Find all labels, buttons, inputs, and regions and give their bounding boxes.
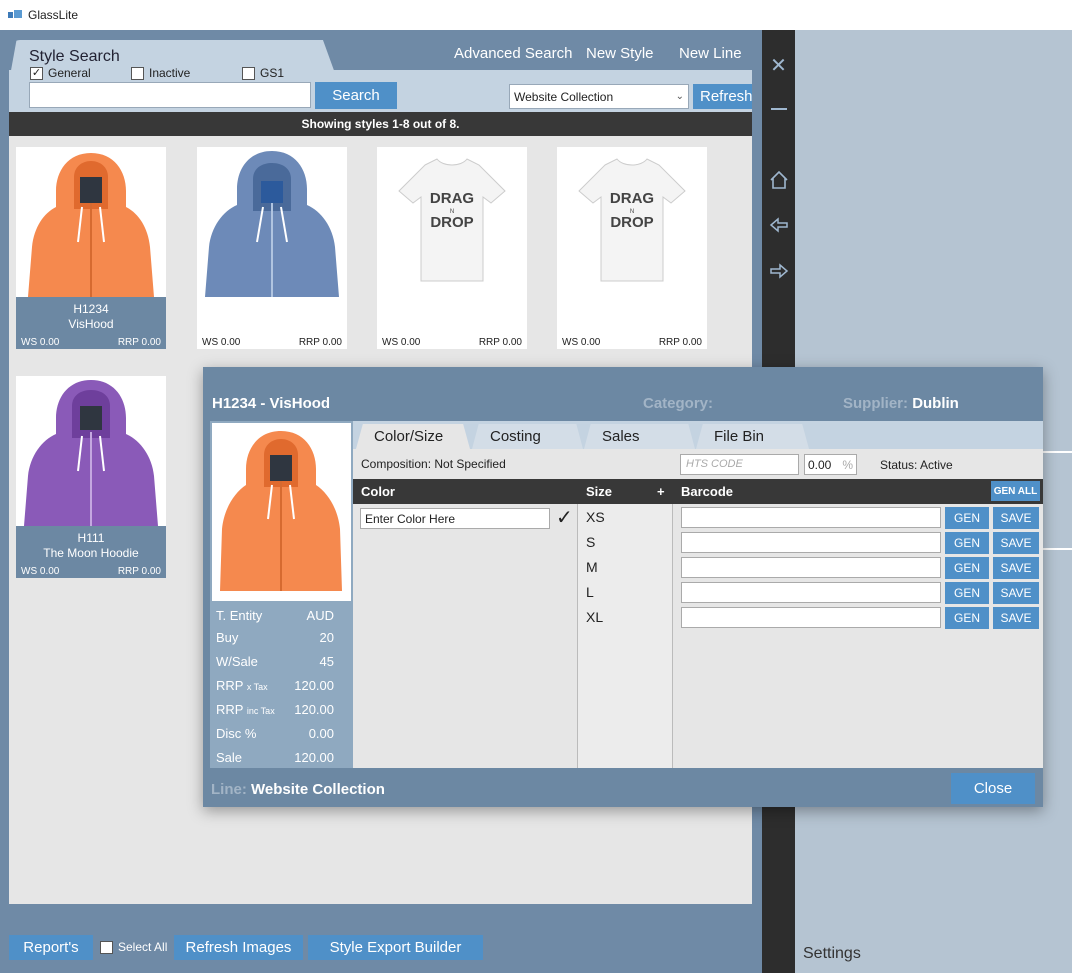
save-button[interactable]: SAVE [993,607,1039,629]
search-input[interactable] [29,82,311,108]
size-item[interactable]: S [586,534,595,550]
tab-bar: Color/Size Costing Sales File Bin [353,421,1043,449]
style-card[interactable]: H111 The Moon Hoodie WS 0.00 RRP 0.00 [16,376,166,578]
save-button[interactable]: SAVE [993,582,1039,604]
size-item[interactable]: M [586,559,598,575]
collection-select[interactable]: Website Collection ⌄ [509,84,689,109]
app-logo-icon [8,10,22,20]
select-all-checkbox[interactable]: Select All [100,940,167,954]
close-icon[interactable]: ✕ [762,54,795,77]
refresh-images-button[interactable]: Refresh Images [174,935,303,960]
settings-link[interactable]: Settings [803,945,861,963]
status-text: Status: Active [880,458,953,472]
confirm-check-icon[interactable]: ✓ [556,505,573,530]
window-title: GlassLite [28,8,79,22]
gen-button[interactable]: GEN [945,582,989,604]
blue-hoodie-image [197,147,347,297]
search-button[interactable]: Search [315,82,397,109]
add-size-button[interactable]: + [657,484,665,499]
stat-row: W/Sale 45 [216,654,334,669]
tab-color-size[interactable]: Color/Size [356,424,470,449]
color-column: Enter Color Here ✓ [353,504,578,768]
modal-footer: Line: Website Collection Close [203,768,1043,807]
style-card[interactable]: DRAG N DROP WS 0.00 RRP 0.00 [557,147,707,349]
reports-button[interactable]: Report's [9,935,93,960]
drag-drop-tshirt-image: DRAG N DROP [377,147,527,297]
grid-header: Color Size + Barcode GEN ALL [353,479,1043,504]
save-button[interactable]: SAVE [993,557,1039,579]
gs1-checkbox[interactable]: GS1 [242,66,284,80]
gen-button[interactable]: GEN [945,557,989,579]
title-bar: GlassLite [0,0,1072,30]
inactive-checkbox[interactable]: Inactive [131,66,190,80]
purple-hoodie-image [16,376,166,526]
checkbox-checked-icon: ✓ [30,66,43,80]
stat-row: Sale 120.00 [216,750,334,765]
size-column: XS S M L XL [578,504,673,768]
stat-row: RRP x Tax 120.00 [216,678,334,693]
search-title: Style Search [29,48,120,65]
supplier-field: Supplier: Dublin [843,395,959,412]
divider [1043,548,1072,550]
svg-text:DRAG: DRAG [430,190,474,207]
size-item[interactable]: XS [586,509,605,525]
tab-costing[interactable]: Costing [472,424,583,449]
tab-sales[interactable]: Sales [584,424,695,449]
stat-row: Buy 20 [216,630,334,645]
svg-text:DROP: DROP [610,214,653,231]
style-card[interactable]: H1234 VisHood WS 0.00 RRP 0.00 [16,147,166,349]
drag-drop-tshirt-image: DRAG N DROP [557,147,707,297]
color-input[interactable]: Enter Color Here [360,508,550,529]
detail-main: Color/Size Costing Sales File Bin Compos… [353,421,1043,768]
barcode-input[interactable] [681,582,941,603]
general-checkbox[interactable]: ✓ General [30,66,91,80]
size-item[interactable]: L [586,584,594,600]
style-detail-modal: H1234 - VisHood Category: Supplier: Dubl… [203,367,1043,807]
advanced-search-link[interactable]: Advanced Search [454,45,572,62]
divider [1043,451,1072,453]
stat-row: Disc % 0.00 [216,726,334,741]
new-style-link[interactable]: New Style [586,45,654,62]
chevron-down-icon: ⌄ [675,91,684,102]
new-line-link[interactable]: New Line [679,45,742,62]
close-button[interactable]: Close [951,773,1035,804]
svg-text:DROP: DROP [430,214,473,231]
barcode-input[interactable] [681,532,941,553]
forward-arrow-icon[interactable] [762,260,795,282]
modal-title: H1234 - VisHood [212,395,331,412]
composition-row: Composition: Not Specified HTS CODE 0.00… [353,451,1043,479]
svg-text:DRAG: DRAG [610,190,654,207]
orange-hoodie-image [16,147,166,297]
category-field: Category: [643,395,714,412]
line-field: Line: Website Collection [211,781,385,798]
minimize-icon[interactable] [762,98,795,120]
composition-text: Composition: Not Specified [361,457,506,471]
tab-file-bin[interactable]: File Bin [696,424,809,449]
back-arrow-icon[interactable] [762,214,795,236]
stat-row: RRP inc Tax 120.00 [216,702,334,717]
gen-button[interactable]: GEN [945,607,989,629]
style-image [212,423,351,601]
gen-button[interactable]: GEN [945,532,989,554]
hts-code-input[interactable]: HTS CODE [680,454,799,475]
style-card[interactable]: WS 0.00 RRP 0.00 [197,147,347,349]
style-summary: T. Entity AUD Buy 20 W/Sale 45 RRP x Tax 120… [210,421,353,768]
bottom-toolbar: Report's Select All Refresh Images Style… [9,935,769,961]
refresh-button[interactable]: Refresh [693,84,753,109]
home-icon[interactable] [762,169,795,191]
save-button[interactable]: SAVE [993,507,1039,529]
gen-button[interactable]: GEN [945,507,989,529]
size-item[interactable]: XL [586,609,603,625]
percent-input[interactable]: 0.00 % [804,454,857,475]
style-card[interactable]: DRAG N DROP WS 0.00 RRP 0.00 [377,147,527,349]
barcode-input[interactable] [681,557,941,578]
save-button[interactable]: SAVE [993,532,1039,554]
gen-all-button[interactable]: GEN ALL [991,481,1040,501]
barcode-input[interactable] [681,607,941,628]
stat-row: T. Entity AUD [216,608,334,623]
results-status: Showing styles 1-8 out of 8. [9,112,752,136]
barcode-column: GEN SAVE GEN SAVE GEN SAVE GEN SAVE GEN [673,504,1043,768]
barcode-input[interactable] [681,507,941,528]
style-export-builder-button[interactable]: Style Export Builder [308,935,483,960]
